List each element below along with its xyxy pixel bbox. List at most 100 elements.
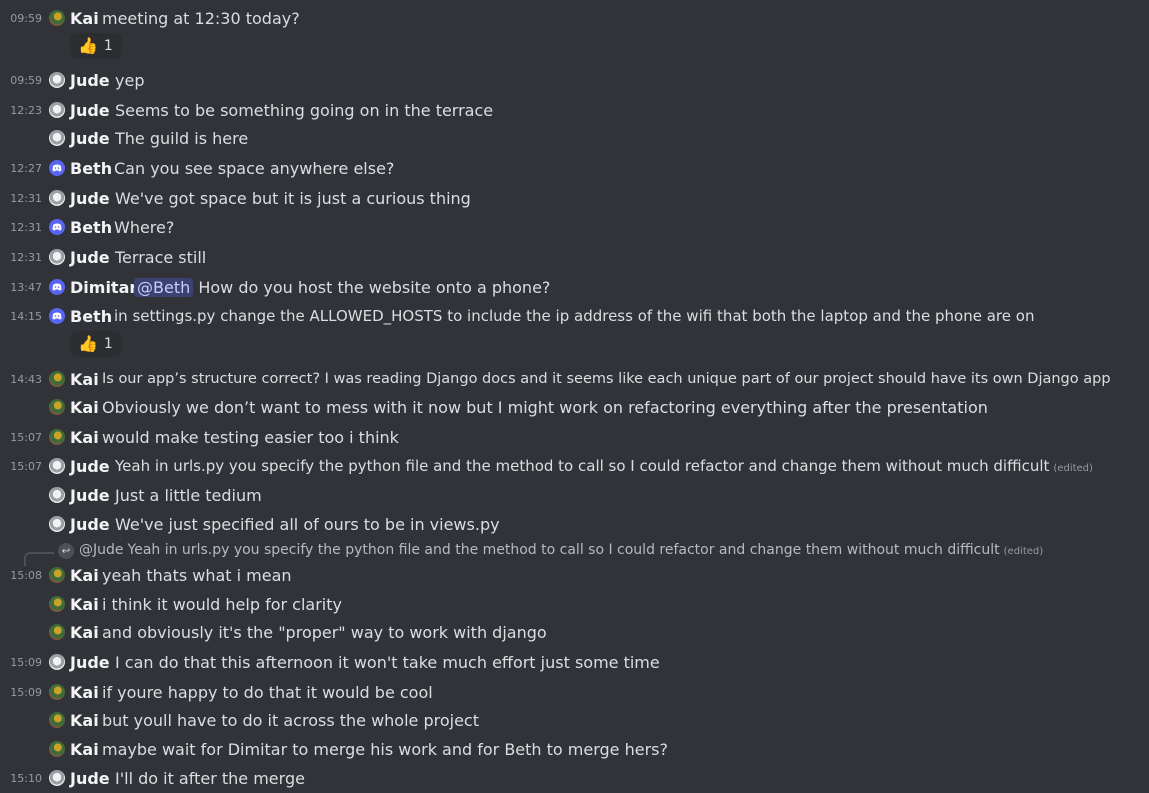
message-text: yeah thats what i mean	[102, 565, 292, 585]
message-text: Just a little tedium	[115, 485, 262, 505]
timestamp: 15:10	[10, 771, 42, 785]
kai-avatar[interactable]	[49, 567, 65, 583]
jude-avatar[interactable]	[49, 458, 65, 474]
author-name[interactable]: Kai	[70, 623, 99, 642]
author-name[interactable]: Kai	[70, 595, 99, 614]
reply-text: Yeah in urls.py you specify the python f…	[127, 542, 1000, 558]
message-text: Terrace still	[115, 247, 207, 267]
discord-default-avatar-icon[interactable]	[49, 219, 65, 235]
jude-avatar[interactable]	[49, 487, 65, 503]
reaction-count: 1	[103, 38, 113, 54]
author-name[interactable]: Beth	[70, 218, 112, 237]
edited-label: (edited)	[1053, 463, 1093, 474]
author-name[interactable]: Kai	[70, 370, 99, 389]
kai-avatar[interactable]	[49, 10, 65, 26]
kai-avatar[interactable]	[49, 624, 65, 640]
message-body: Yeah in urls.py you specify the python f…	[115, 457, 1050, 475]
message-text: yep	[115, 70, 145, 90]
message-text: and obviously it's the "proper" way to w…	[102, 622, 547, 642]
message-text: We've got space but it is just a curious…	[115, 188, 471, 208]
author-name[interactable]: Jude	[70, 457, 110, 476]
message-text: maybe wait for Dimitar to merge his work…	[102, 739, 668, 759]
author-name[interactable]: Jude	[70, 248, 110, 267]
message-text: Where?	[114, 217, 175, 237]
discord-default-avatar-icon[interactable]	[49, 279, 65, 295]
author-name[interactable]: Jude	[70, 71, 110, 90]
message-text: would make testing easier too i think	[102, 427, 399, 447]
jude-avatar[interactable]	[49, 249, 65, 265]
message-text: i think it would help for clarity	[102, 594, 342, 614]
kai-avatar[interactable]	[49, 429, 65, 445]
jude-avatar[interactable]	[49, 770, 65, 786]
author-name[interactable]: Kai	[70, 398, 99, 417]
reply-arrow-icon: ↩	[58, 543, 74, 559]
message-text: We've just specified all of ours to be i…	[115, 514, 500, 534]
kai-avatar[interactable]	[49, 371, 65, 387]
kai-avatar[interactable]	[49, 399, 65, 415]
timestamp: 14:43	[10, 372, 42, 386]
author-name[interactable]: Jude	[70, 189, 110, 208]
kai-avatar[interactable]	[49, 741, 65, 757]
kai-avatar[interactable]	[49, 596, 65, 612]
message-text: The guild is here	[115, 128, 249, 148]
author-name[interactable]: Kai	[70, 683, 99, 702]
author-name[interactable]: Jude	[70, 653, 110, 672]
author-name[interactable]: Kai	[70, 9, 99, 28]
message-text: Seems to be something going on in the te…	[115, 100, 494, 120]
message-text: Is our app’s structure correct? I was re…	[102, 371, 1111, 387]
message-text: Obviously we don’t want to mess with it …	[102, 397, 988, 417]
timestamp: 15:09	[10, 655, 42, 669]
jude-avatar[interactable]	[49, 102, 65, 118]
message-text: @Beth How do you host the website onto a…	[134, 277, 551, 297]
reaction-thumbs-up[interactable]: 👍 1	[70, 33, 122, 59]
message-text: I can do that this afternoon it won't ta…	[115, 652, 660, 672]
jude-avatar[interactable]	[49, 190, 65, 206]
timestamp: 12:27	[10, 161, 42, 175]
author-name[interactable]: Kai	[70, 428, 99, 447]
author-name[interactable]: Jude	[70, 129, 110, 148]
reply-preview[interactable]: @Jude Yeah in urls.py you specify the pyt…	[79, 542, 1043, 558]
message-text: meeting at 12:30 today?	[102, 8, 300, 28]
timestamp: 15:09	[10, 685, 42, 699]
message-text: but youll have to do it across the whole…	[102, 710, 479, 730]
message-body: How do you host the website onto a phone…	[198, 277, 551, 297]
timestamp: 15:07	[10, 430, 42, 444]
jude-avatar[interactable]	[49, 516, 65, 532]
reaction-count: 1	[103, 336, 113, 352]
message-text: if youre happy to do that it would be co…	[102, 682, 433, 702]
author-name[interactable]: Kai	[70, 566, 99, 585]
author-name[interactable]: Beth	[70, 159, 112, 178]
timestamp: 15:08	[10, 568, 42, 582]
author-name[interactable]: Dimitar	[70, 278, 137, 297]
message-text: I'll do it after the merge	[115, 768, 305, 788]
timestamp: 12:23	[10, 103, 42, 117]
timestamp: 09:59	[10, 73, 42, 87]
timestamp: 13:47	[10, 280, 42, 294]
jude-avatar[interactable]	[49, 72, 65, 88]
kai-avatar[interactable]	[49, 684, 65, 700]
reaction-thumbs-up[interactable]: 👍 1	[70, 331, 122, 357]
author-name[interactable]: Jude	[70, 486, 110, 505]
user-mention[interactable]: @Beth	[134, 277, 194, 297]
reply-author[interactable]: @Jude	[79, 542, 124, 558]
author-name[interactable]: Kai	[70, 711, 99, 730]
reply-connector	[24, 552, 54, 566]
jude-avatar[interactable]	[49, 130, 65, 146]
author-name[interactable]: Jude	[70, 101, 110, 120]
discord-default-avatar-icon[interactable]	[49, 308, 65, 324]
timestamp: 15:07	[10, 459, 42, 473]
author-name[interactable]: Kai	[70, 740, 99, 759]
edited-label: (edited)	[1003, 546, 1044, 557]
discord-default-avatar-icon[interactable]	[49, 160, 65, 176]
jude-avatar[interactable]	[49, 654, 65, 670]
message-text: in settings.py change the ALLOWED_HOSTS …	[114, 307, 1035, 325]
timestamp: 09:59	[10, 11, 42, 25]
thumbs-up-icon: 👍	[78, 36, 98, 55]
author-name[interactable]: Jude	[70, 769, 110, 788]
kai-avatar[interactable]	[49, 712, 65, 728]
timestamp: 12:31	[10, 220, 42, 234]
timestamp: 14:15	[10, 309, 42, 323]
message-text: Yeah in urls.py you specify the python f…	[115, 457, 1093, 475]
author-name[interactable]: Beth	[70, 307, 112, 326]
author-name[interactable]: Jude	[70, 515, 110, 534]
